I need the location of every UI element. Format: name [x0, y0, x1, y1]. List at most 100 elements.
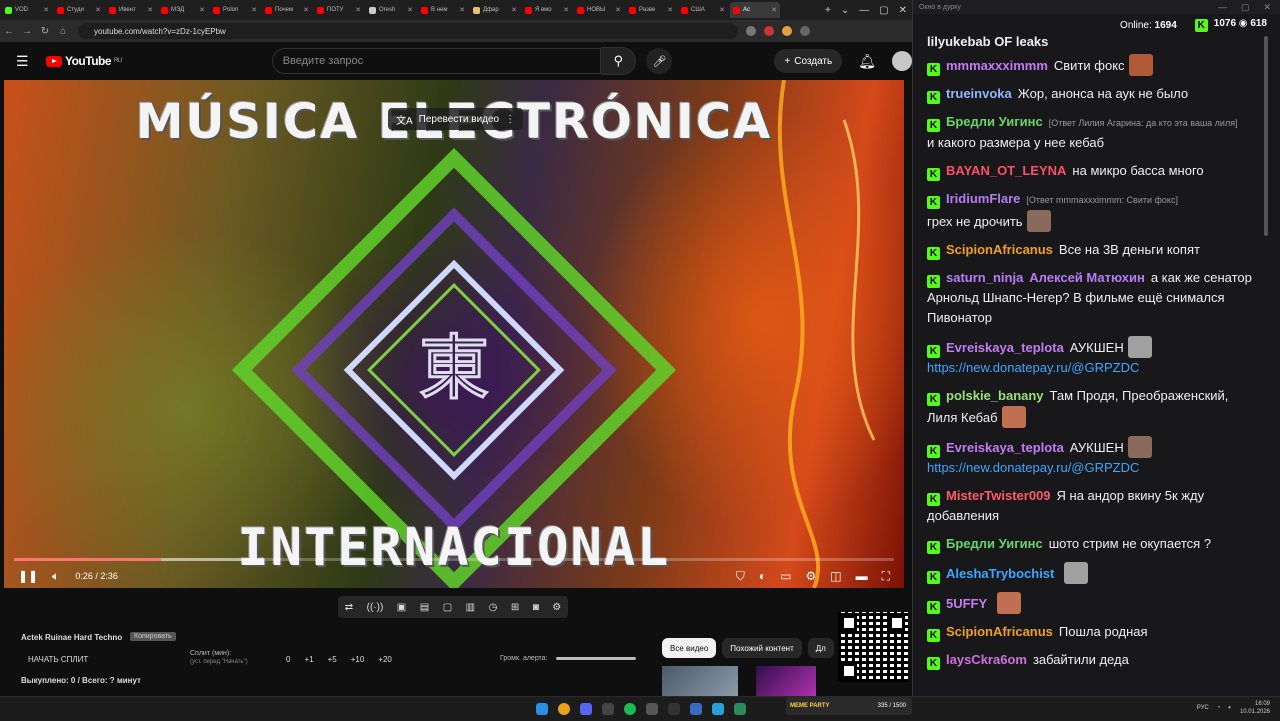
meme-party-widget[interactable]: MEME PARTY 335 / 1500: [786, 697, 912, 715]
shield-icon[interactable]: ⛉: [736, 569, 745, 584]
chip-all-videos[interactable]: Все видео: [662, 638, 717, 658]
chat-username[interactable]: Бредли Уигинс: [946, 536, 1043, 551]
start-split-button[interactable]: НАЧАТЬ СПЛИТ: [28, 655, 88, 664]
volume-icon[interactable]: 🔈︎: [1228, 705, 1232, 712]
steam-icon[interactable]: [602, 703, 614, 715]
avatar[interactable]: [892, 51, 912, 71]
loop-icon[interactable]: ⇄: [345, 602, 353, 613]
maximize-icon[interactable]: ▢: [1241, 2, 1250, 13]
menu-icon[interactable]: ☰: [16, 53, 30, 70]
audio-icon[interactable]: ((·)): [367, 602, 384, 613]
chat-username[interactable]: trueinvoka: [946, 86, 1012, 101]
discord-icon[interactable]: [580, 703, 592, 715]
spotify-icon[interactable]: [624, 703, 636, 715]
chevron-down-icon[interactable]: ⌄: [841, 5, 849, 16]
related-video-thumbnail[interactable]: [662, 666, 738, 696]
tab-close-icon[interactable]: ✕: [771, 6, 777, 14]
browser-tab[interactable]: Почем ✕: [262, 2, 312, 18]
browser-tab[interactable]: Ивент ✕: [106, 2, 156, 18]
copy-button[interactable]: Копировать: [130, 632, 176, 641]
tab-close-icon[interactable]: ✕: [459, 6, 465, 14]
telegram-icon[interactable]: [712, 703, 724, 715]
chat-username[interactable]: IridiumFlare: [946, 191, 1020, 206]
tab-close-icon[interactable]: ✕: [251, 6, 257, 14]
maximize-icon[interactable]: ▢: [879, 5, 888, 16]
url-input[interactable]: youtube.com/watch?v=zDz-1cyEPbw: [78, 23, 738, 39]
tab-close-icon[interactable]: ✕: [615, 6, 621, 14]
split-add-5-button[interactable]: +5: [328, 655, 337, 664]
chip-related[interactable]: Похожий контент: [722, 638, 802, 658]
browser-tab[interactable]: НОВЫ ✕: [574, 2, 624, 18]
search-button[interactable]: ⚲: [601, 47, 637, 75]
miniplayer-icon[interactable]: ◫: [830, 569, 841, 584]
clock[interactable]: 16:09 10.01.2026: [1240, 700, 1270, 716]
chat-username[interactable]: MisterTwister009: [946, 488, 1051, 503]
youtube-logo[interactable]: YouTube RU: [45, 54, 122, 68]
forward-icon[interactable]: →: [18, 26, 36, 37]
chat-username[interactable]: Evreiskaya_teplota: [946, 440, 1064, 455]
tab-close-icon[interactable]: ✕: [95, 6, 101, 14]
chat-link[interactable]: https://new.donatepay.ru/@GRPZDC: [927, 460, 1139, 475]
bell-icon[interactable]: 🔔︎: [858, 53, 876, 70]
back-icon[interactable]: ←: [0, 26, 18, 37]
more-icon[interactable]: ⋮: [505, 114, 515, 125]
chat-username[interactable]: Бредли Уигинс: [946, 114, 1043, 129]
obs-icon[interactable]: [646, 703, 658, 715]
frame-icon[interactable]: ▢: [443, 602, 452, 613]
volume-icon[interactable]: 🔈︎: [52, 569, 59, 584]
chip-more[interactable]: Дл: [807, 638, 834, 658]
chat-username[interactable]: Evreiskaya_teplota: [946, 340, 1064, 355]
tab-close-icon[interactable]: ✕: [563, 6, 569, 14]
clip-icon[interactable]: ▤: [420, 602, 429, 613]
chat-username[interactable]: AleshaTrybochist: [946, 566, 1054, 581]
speed-icon[interactable]: ◷: [489, 602, 498, 613]
app-icon[interactable]: [734, 703, 746, 715]
voice-search-button[interactable]: 🎤︎: [646, 48, 673, 74]
minimize-icon[interactable]: —: [1218, 2, 1227, 13]
app-icon[interactable]: [690, 703, 702, 715]
home-icon[interactable]: ⌂: [54, 26, 72, 37]
start-icon[interactable]: [536, 703, 548, 715]
browser-tab[interactable]: Polon ✕: [210, 2, 260, 18]
gear-icon[interactable]: ⚙: [805, 569, 816, 584]
split-add-1-button[interactable]: +1: [304, 655, 313, 664]
chat-username[interactable]: lilyukebab OF leaks: [927, 36, 1048, 49]
search-input[interactable]: Введите запрос: [271, 48, 602, 74]
tab-close-icon[interactable]: ✕: [667, 6, 673, 14]
minimize-icon[interactable]: —: [859, 5, 869, 16]
chrome-icon[interactable]: [558, 703, 570, 715]
chat-username[interactable]: ScipionAfricanus: [946, 624, 1053, 639]
browser-tab[interactable]: США ✕: [678, 2, 728, 18]
extension-icon[interactable]: [764, 26, 774, 36]
chat-username[interactable]: polskie_banany: [946, 388, 1044, 403]
chat-username-secondary[interactable]: Алексей Матюхин: [1029, 270, 1145, 285]
tab-close-icon[interactable]: ✕: [719, 6, 725, 14]
create-button[interactable]: + Создать: [774, 49, 843, 73]
app-icon[interactable]: [668, 703, 680, 715]
close-icon[interactable]: ✕: [1263, 2, 1271, 13]
tab-close-icon[interactable]: ✕: [303, 6, 309, 14]
browser-tab[interactable]: VOD ✕: [2, 2, 52, 18]
add-icon[interactable]: ⊞: [511, 602, 519, 613]
split-add-20-button[interactable]: +20: [378, 655, 392, 664]
browser-tab[interactable]: Oresh ✕: [366, 2, 416, 18]
screen-icon[interactable]: ▣: [397, 602, 406, 613]
split-add-10-button[interactable]: +10: [351, 655, 365, 664]
chat-username[interactable]: BAYAN_OT_LEYNA: [946, 163, 1066, 178]
browser-tab[interactable]: Разве ✕: [626, 2, 676, 18]
settings-icon[interactable]: ⚙: [552, 602, 561, 613]
subtitles-icon[interactable]: ▭: [780, 569, 791, 584]
browser-tab[interactable]: Я вмо ✕: [522, 2, 572, 18]
extension-icon[interactable]: [746, 26, 756, 36]
alert-volume-slider[interactable]: [555, 657, 636, 660]
browser-tab[interactable]: Дфар ✕: [470, 2, 520, 18]
tab-close-icon[interactable]: ✕: [407, 6, 413, 14]
chat-username[interactable]: 5UFFY: [946, 596, 987, 611]
browser-tab[interactable]: ПОТУ ✕: [314, 2, 364, 18]
camera-icon[interactable]: ◙: [533, 602, 539, 613]
chat-username[interactable]: mmmaxxximmm: [946, 58, 1048, 73]
tab-close-icon[interactable]: ✕: [511, 6, 517, 14]
progress-bar[interactable]: [14, 558, 894, 561]
pip-icon[interactable]: ▥: [466, 602, 475, 613]
new-tab-icon[interactable]: +: [825, 5, 831, 16]
